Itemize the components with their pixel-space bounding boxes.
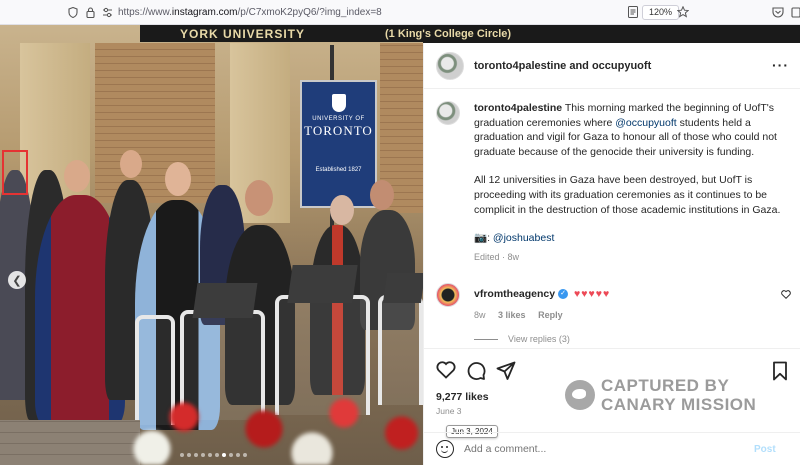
person-head	[245, 180, 273, 216]
replies-divider	[474, 338, 498, 340]
uoft-banner: UNIVERSITY OF TORONTO Established 1827	[300, 80, 377, 208]
caption-paragraph-2: All 12 universities in Gaza have been de…	[474, 174, 781, 216]
reader-view-icon[interactable]	[625, 4, 641, 20]
mention-link[interactable]: @joshuabest	[493, 232, 554, 244]
stone-steps	[0, 420, 140, 465]
graduation-cap	[287, 265, 358, 303]
carousel-dot	[229, 453, 233, 457]
mention-link[interactable]: @occupyuoft	[615, 117, 676, 129]
comment-body: vfromtheagency ✓ ♥♥♥♥♥ 8w 3 likes Reply	[474, 283, 610, 320]
post-photo[interactable]: YORK UNIVERSITY UNIVERSITY OF TORONTO Es…	[0, 25, 423, 465]
carousel-dots	[180, 453, 247, 457]
post-header: toronto4palestine and occupyuoft ···	[424, 43, 800, 89]
photo-banner-overflow: (1 King's College Circle)	[385, 25, 800, 43]
more-options-icon[interactable]: ···	[772, 57, 789, 73]
comment-likes[interactable]: 3 likes	[498, 310, 526, 320]
likes-count[interactable]: 9,277 likes	[436, 391, 489, 403]
avatar[interactable]	[436, 101, 460, 125]
photo-banner-right-text: (1 King's College Circle)	[385, 28, 512, 40]
add-comment-bar: Post	[424, 432, 800, 465]
uoft-banner-line2: TORONTO	[304, 123, 373, 138]
brick-wall	[95, 43, 215, 203]
comment-item: vfromtheagency ✓ ♥♥♥♥♥ 8w 3 likes Reply	[436, 283, 791, 320]
like-comment-heart-icon[interactable]	[781, 290, 791, 302]
photo-banner-left-text: YORK UNIVERSITY	[180, 26, 306, 41]
carousel-dot	[215, 453, 219, 457]
zoom-level-badge[interactable]: 120%	[642, 5, 680, 20]
carousel-dot	[194, 453, 198, 457]
watermark-text: CAPTURED BY CANARY MISSION	[601, 376, 757, 414]
comment-meta: 8w 3 likes Reply	[474, 310, 610, 320]
view-replies-button[interactable]: View replies (3)	[474, 334, 570, 344]
canary-logo-icon	[565, 380, 595, 410]
post-author-names[interactable]: toronto4palestine and occupyuoft	[474, 60, 651, 72]
comment-text: ♥♥♥♥♥	[574, 288, 611, 300]
like-heart-icon[interactable]	[436, 361, 456, 381]
save-bookmark-icon[interactable]	[772, 361, 792, 381]
carousel-dot	[180, 453, 184, 457]
view-replies-label: View replies (3)	[508, 334, 570, 344]
highlight-box	[2, 150, 28, 195]
uoft-crest-icon	[331, 94, 346, 112]
post-date[interactable]: June 3	[436, 406, 462, 416]
share-icon[interactable]	[496, 361, 516, 381]
avatar[interactable]	[436, 283, 460, 307]
person-head	[64, 160, 90, 192]
carousel-dot	[208, 453, 212, 457]
reply-button[interactable]: Reply	[538, 310, 563, 320]
caption-meta: Edited · 8w	[474, 251, 520, 262]
comment-bubble-icon[interactable]	[466, 361, 486, 381]
caption-author[interactable]: toronto4palestine	[474, 102, 562, 114]
carousel-dot	[236, 453, 240, 457]
browser-toolbar: https://www.instagram.com/p/C7xmoK2pyQ6/…	[0, 0, 800, 25]
comment-author[interactable]: vfromtheagency	[474, 288, 555, 300]
photo-banner: YORK UNIVERSITY	[140, 25, 423, 42]
person-head	[165, 162, 191, 196]
extensions-icon[interactable]	[788, 4, 800, 20]
uoft-banner-established: Established 1827	[315, 167, 362, 173]
graduation-cap	[192, 283, 258, 318]
person-head	[370, 180, 394, 210]
avatar[interactable]	[436, 51, 464, 80]
verified-badge-icon: ✓	[558, 289, 569, 300]
pocket-icon[interactable]	[770, 4, 786, 20]
person-head	[330, 195, 354, 225]
camera-emoji: 📷:	[474, 232, 493, 245]
watermark: CAPTURED BY CANARY MISSION	[565, 376, 756, 414]
comment-input[interactable]	[464, 443, 754, 455]
post-caption: toronto4palestine This morning marked th…	[436, 101, 791, 264]
person-head	[120, 150, 142, 178]
previous-image-button[interactable]: ❮	[8, 271, 26, 289]
bookmark-star-icon[interactable]	[675, 4, 691, 20]
flowers-foreground	[120, 385, 423, 465]
caption-text: toronto4palestine This morning marked th…	[474, 101, 791, 264]
post-comment-button[interactable]: Post	[754, 444, 776, 455]
emoji-icon[interactable]	[436, 440, 454, 458]
comment-age: 8w	[474, 310, 486, 320]
uoft-banner-line1: UNIVERSITY OF	[312, 116, 365, 122]
carousel-dot	[187, 453, 191, 457]
graduation-cap	[382, 273, 423, 303]
carousel-dot-active	[222, 453, 226, 457]
url-text: https://www.instagram.com/p/C7xmoK2pyQ6/…	[118, 7, 382, 18]
address-bar[interactable]: https://www.instagram.com/p/C7xmoK2pyQ6/…	[60, 3, 700, 22]
carousel-dot	[243, 453, 247, 457]
carousel-dot	[201, 453, 205, 457]
